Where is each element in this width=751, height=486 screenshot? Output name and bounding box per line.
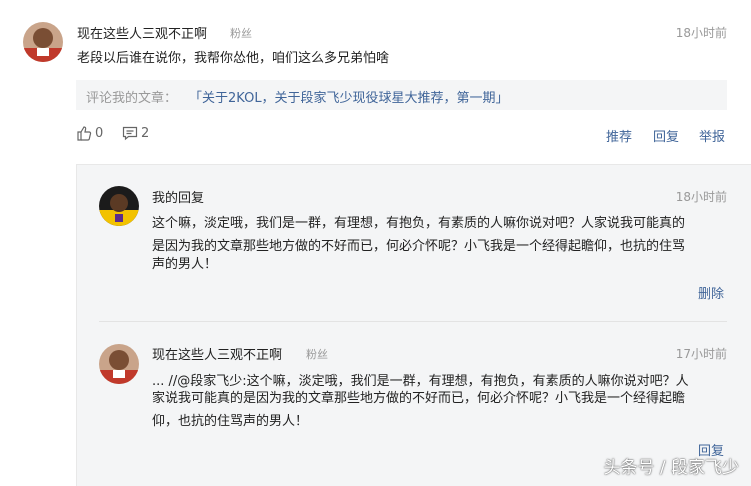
comment-time: 18小时前 [675,26,727,40]
reply-username[interactable]: 我的回复 [152,187,204,206]
reply-time: 18小时前 [675,190,727,204]
delete-button[interactable]: 删除 [698,283,724,302]
watermark: 头条号 / 段家飞少 [603,458,739,478]
fan-badge: 粉丝 [306,348,328,361]
my-avatar[interactable] [99,186,139,226]
like-count: 0 [95,126,104,141]
reply-time: 17小时前 [675,347,727,361]
reply-separator [99,321,727,322]
reply-text-line: 是因为我的文章那些地方做的不好而已，何必介怀呢？小飞我是一个经得起瞻仰，也抗的住… [152,239,686,254]
comment-username[interactable]: 现在这些人三观不正啊 [77,23,207,42]
reply-text-line: 这个嘛，淡定哦，我们是一群，有理想，有抱负，有素质的人嘛你说对吧？人家说我可能真… [152,216,686,231]
comment-icon[interactable] [122,125,138,145]
reply-username[interactable]: 现在这些人三观不正啊 [152,344,282,363]
quote-label: 评论我的文章： [86,91,178,106]
comment-thread: 现在这些人三观不正啊 粉丝 18小时前 老段以后谁在说你，我帮你怂他，咱们这么多… [0,0,751,486]
thumbs-up-icon[interactable] [76,125,92,145]
reply-count: 2 [141,126,150,141]
reply-text-line: 声的男人！ [152,257,218,272]
fan-badge: 粉丝 [230,27,252,40]
recommend-button[interactable]: 推荐 [606,126,632,145]
reply-button[interactable]: 回复 [653,126,679,145]
user-avatar[interactable] [23,22,63,62]
comment-text: 老段以后谁在说你，我帮你怂他，咱们这么多兄弟怕啥 [77,51,390,66]
report-button[interactable]: 举报 [699,126,725,145]
article-link[interactable]: 「关于2KOL，关于段家飞少现役球星大推荐，第一期」 [189,87,509,106]
reply-text-line: 仰，也抗的住骂声的男人！ [152,414,309,429]
replies-divider [76,164,77,486]
article-quote: 评论我的文章： 「关于2KOL，关于段家飞少现役球星大推荐，第一期」 [76,80,727,110]
user-avatar[interactable] [99,344,139,384]
reply-text-line: 家说我可能真的是因为我的文章那些地方做的不好而已，何必介怀呢？小飞我是一个经得起… [152,391,686,406]
